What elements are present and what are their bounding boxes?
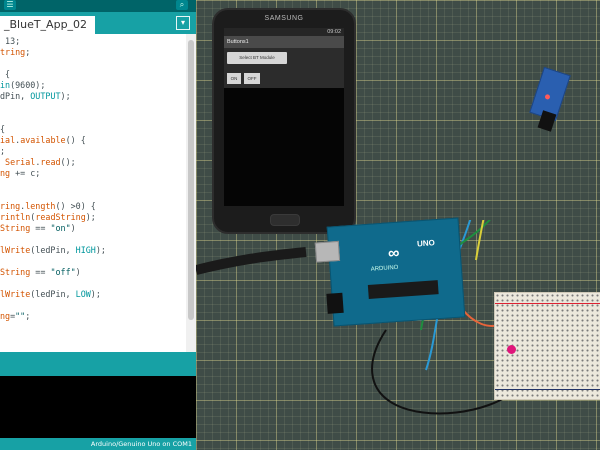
on-button[interactable]: ON: [227, 73, 241, 84]
code-line: rintln(readString);: [0, 212, 96, 222]
led: [507, 345, 516, 354]
code-line: lWrite(ledPin, LOW);: [0, 289, 101, 299]
code-line: tring;: [0, 47, 31, 57]
breadboard: [494, 292, 600, 400]
hardware-photo: SAMSUNG 09:02 Buttons1 Select BT Module …: [196, 0, 600, 450]
app-title: Buttons1: [224, 36, 344, 48]
power-rail-negative: [495, 389, 600, 390]
power-jack: [326, 292, 344, 314]
code-line: String == "on"): [0, 223, 76, 233]
code-line: {: [0, 124, 6, 134]
bt-status-led: [544, 93, 551, 101]
code-line: in(9600);: [0, 80, 46, 90]
android-status-bar: 09:02: [224, 28, 344, 36]
phone-brand: SAMSUNG: [264, 15, 304, 22]
tab-menu-button[interactable]: ▾: [176, 16, 190, 30]
code-editor[interactable]: 13; tring; { in(9600); dPin, OUTPUT); { …: [0, 34, 186, 352]
microcontroller-chip: [367, 280, 439, 299]
board-model: UNO: [416, 238, 436, 249]
editor-scrollbar[interactable]: [186, 34, 196, 352]
scrollbar-thumb[interactable]: [188, 40, 194, 320]
code-line: {: [0, 69, 11, 79]
ide-toolbar: ☰ ⌕: [0, 0, 196, 12]
code-line: ;: [0, 146, 6, 156]
home-button: [270, 214, 300, 226]
off-button[interactable]: OFF: [244, 73, 260, 84]
code-line: ng="";: [0, 311, 31, 321]
menu-icon[interactable]: ☰: [4, 0, 16, 10]
arduino-logo: ∞: [387, 244, 400, 263]
code-line: lWrite(ledPin, HIGH);: [0, 245, 106, 255]
code-line: Serial.read();: [5, 157, 76, 167]
code-line: String == "off"): [0, 267, 81, 277]
ide-tab-bar: _BlueT_App_02 ▾: [0, 12, 196, 34]
console-divider: [0, 352, 196, 376]
usb-port: [314, 240, 341, 263]
arduino-uno-board: ∞ ARDUINO UNO: [314, 217, 466, 327]
board-status-bar: Arduino/Genuino Uno on COM1: [0, 438, 196, 450]
code-line: dPin, OUTPUT);: [0, 91, 71, 101]
app-body: Select BT Module ON OFF: [224, 48, 344, 88]
code-line: ng += c;: [0, 168, 41, 178]
arduino-ide-window: ☰ ⌕ _BlueT_App_02 ▾ 13; tring; { in(9600…: [0, 0, 196, 450]
code-line: ial.available() {: [0, 135, 86, 145]
output-console[interactable]: [0, 376, 196, 438]
code-line: ring.length() >0) {: [0, 201, 96, 211]
serial-monitor-icon[interactable]: ⌕: [176, 0, 188, 10]
phone-screen: 09:02 Buttons1 Select BT Module ON OFF: [224, 28, 344, 206]
code-line: 13;: [0, 36, 21, 46]
sketch-tab[interactable]: _BlueT_App_02: [0, 16, 96, 34]
select-bt-module-button[interactable]: Select BT Module: [227, 52, 287, 64]
android-phone: SAMSUNG 09:02 Buttons1 Select BT Module …: [212, 8, 356, 234]
power-rail-positive: [495, 303, 600, 304]
